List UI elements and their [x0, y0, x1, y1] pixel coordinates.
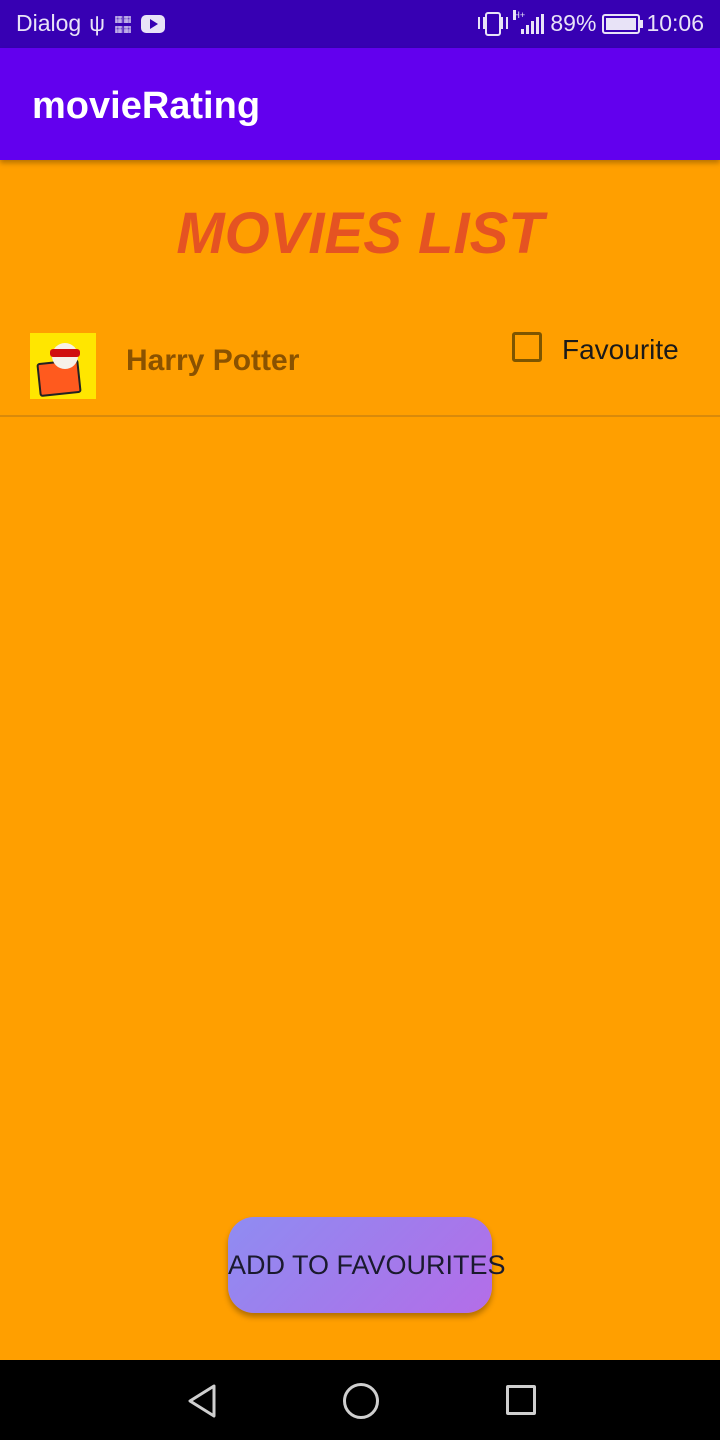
navigation-bar: [0, 1360, 720, 1440]
home-icon[interactable]: [343, 1383, 379, 1419]
clock: 10:06: [646, 10, 704, 36]
movies-list-heading: MOVIES LIST: [176, 201, 544, 266]
favourite-checkbox[interactable]: [512, 332, 542, 362]
list-item: Harry Potter Favourite: [0, 316, 720, 417]
carrier-name: Dialog: [16, 10, 82, 36]
favourite-label[interactable]: Favourite: [562, 334, 679, 366]
battery-percent: 89%: [550, 10, 597, 36]
movie-poster-image: [30, 333, 96, 399]
status-bar-left: Dialog ψ ▦▦ ▦▦: [16, 10, 165, 37]
add-to-favourites-button[interactable]: ADD TO FAVOURITES: [228, 1217, 506, 1313]
status-bar: Dialog ψ ▦▦ ▦▦ H+ 89% 10:06: [0, 0, 720, 48]
vibrate-icon: [478, 11, 509, 36]
battery-icon: [602, 13, 644, 34]
back-icon[interactable]: [186, 1384, 218, 1418]
status-bar-right: H+ 89% 10:06: [478, 9, 704, 37]
signal-icon: H+: [513, 9, 545, 34]
recent-apps-icon[interactable]: [506, 1385, 536, 1415]
sim-icon: ▦▦ ▦▦: [114, 13, 132, 34]
movie-title: Harry Potter: [126, 344, 300, 377]
app-bar: movieRating: [0, 48, 720, 160]
app-title: movieRating: [32, 85, 261, 127]
youtube-icon: [140, 14, 165, 33]
usb-icon: ψ: [89, 10, 105, 36]
